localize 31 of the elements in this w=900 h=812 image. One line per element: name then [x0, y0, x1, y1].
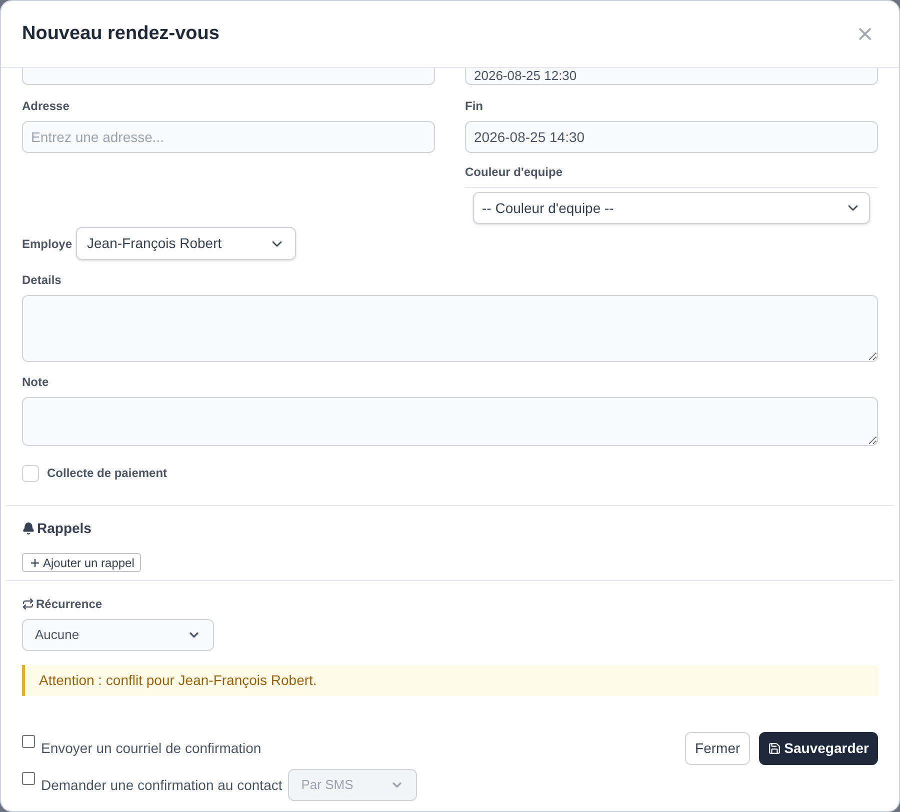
- team-color-select[interactable]: -- Couleur d'equipe --: [473, 192, 870, 224]
- plus-icon: [29, 556, 41, 568]
- bell-icon: [22, 522, 35, 535]
- note-field[interactable]: [22, 397, 878, 446]
- field-label: Couleur d'equipe: [465, 163, 878, 188]
- start-field[interactable]: 2026-08-25 12:30: [465, 68, 878, 85]
- field-label: Récurrence: [36, 596, 102, 613]
- checkbox-label: Demander une confirmation au contact: [41, 776, 282, 795]
- field-label: Adresse: [22, 98, 70, 115]
- end-field[interactable]: 2026-08-25 14:30: [465, 121, 878, 153]
- checkbox[interactable]: [22, 735, 35, 748]
- add-reminder-button[interactable]: Ajouter un rappel: [22, 553, 142, 572]
- repeat-icon: [22, 598, 34, 610]
- warning-alert: Attention : conflit pour Jean-François Robert.: [22, 665, 878, 696]
- dialog-title: Nouveau rendez-vous: [22, 22, 220, 46]
- checkbox[interactable]: [22, 772, 35, 785]
- field-label: Details: [22, 272, 62, 289]
- address-field[interactable]: Entrez une adresse...: [22, 121, 435, 153]
- checkbox-label: Collecte de paiement: [47, 465, 168, 482]
- field-label: Employe: [22, 236, 72, 252]
- recurrence-select[interactable]: Aucune: [22, 619, 214, 651]
- input-field[interactable]: [22, 68, 435, 85]
- save-button[interactable]: Sauvegarder: [759, 732, 878, 765]
- field-label: Fin: [465, 98, 484, 115]
- save-icon: [768, 742, 782, 755]
- details-field[interactable]: [22, 295, 878, 362]
- field-label: Note: [22, 374, 50, 391]
- employee-select[interactable]: Jean-François Robert: [76, 227, 296, 260]
- section-title: Rappels: [37, 519, 92, 538]
- close-button[interactable]: Fermer: [685, 732, 750, 765]
- checkbox-label: Envoyer un courriel de confirmation: [41, 739, 262, 758]
